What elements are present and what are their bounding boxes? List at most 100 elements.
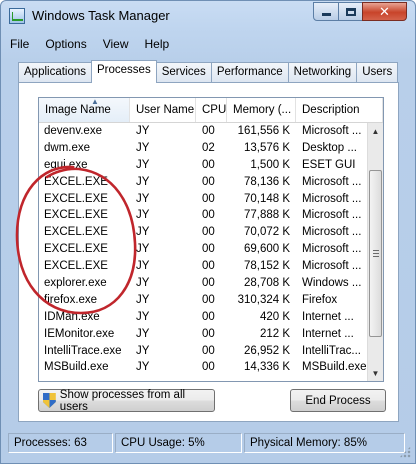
table-row[interactable]: IDMan.exe JY 00 420 K Internet ... (39, 309, 383, 326)
cell-image-name: EXCEL.EXE (44, 192, 108, 205)
table-row[interactable]: EXCEL.EXE JY 00 70,148 K Microsoft ... (39, 191, 383, 208)
column-header-description[interactable]: Description (296, 98, 383, 122)
cell-image-name: IntelliTrace.exe (44, 344, 122, 357)
cell-user-name: JY (136, 310, 150, 323)
scroll-down-arrow-icon[interactable]: ▼ (368, 365, 383, 381)
cell-cpu: 00 (202, 344, 215, 357)
table-row[interactable]: devenv.exe JY 00 161,556 K Microsoft ... (39, 123, 383, 140)
cell-image-name: EXCEL.EXE (44, 226, 108, 239)
cell-image-name: EXCEL.EXE (44, 243, 108, 256)
cell-memory: 70,072 K (243, 226, 290, 239)
show-all-processes-button[interactable]: Show processes from all users (38, 389, 215, 413)
cell-user-name: JY (136, 293, 150, 306)
cell-image-name: firefox.exe (44, 293, 98, 306)
thumb-grip-icon (373, 250, 379, 257)
cell-user-name: JY (136, 175, 150, 188)
cell-cpu: 00 (202, 293, 215, 306)
tab-processes[interactable]: Processes (91, 60, 157, 83)
minimize-button[interactable] (313, 2, 339, 21)
cell-user-name: JY (136, 192, 150, 205)
minimize-icon (321, 13, 331, 16)
cell-user-name: JY (136, 260, 150, 273)
cell-cpu: 00 (202, 361, 215, 374)
menu-help[interactable]: Help (137, 34, 178, 54)
cell-image-name: EXCEL.EXE (44, 260, 108, 273)
cell-image-name: IEMonitor.exe (44, 327, 115, 340)
cell-user-name: JY (136, 141, 150, 154)
cell-cpu: 02 (202, 141, 215, 154)
menu-view[interactable]: View (95, 34, 137, 54)
table-row[interactable]: IEMonitor.exe JY 00 212 K Internet ... (39, 326, 383, 343)
cell-cpu: 00 (202, 327, 215, 340)
scroll-up-arrow-icon[interactable]: ▲ (368, 123, 383, 139)
table-row[interactable]: IntelliTrace.exe JY 00 26,952 K IntelliTrac.… (39, 343, 383, 360)
cell-memory: 26,952 K (243, 344, 290, 357)
column-header-label: Image Name (45, 104, 111, 116)
status-cpu-usage: CPU Usage: 5% (115, 433, 242, 453)
cell-user-name: JY (136, 209, 150, 222)
table-row[interactable]: EXCEL.EXE JY 00 77,888 K Microsoft ... (39, 207, 383, 224)
end-process-button[interactable]: End Process (290, 389, 386, 412)
cell-memory: 420 K (259, 310, 290, 323)
process-rows: devenv.exe JY 00 161,556 K Microsoft ... dwm.… (39, 123, 383, 376)
tab-services[interactable]: Services (155, 62, 212, 82)
cell-user-name: JY (136, 361, 150, 374)
vertical-scrollbar[interactable]: ▲ ▼ (367, 123, 383, 381)
cell-image-name: EXCEL.EXE (44, 209, 108, 222)
process-list[interactable]: ▲ Image Name User Name CPU Memory (... D… (38, 97, 384, 382)
cell-memory: 1,500 K (250, 158, 290, 171)
tab-networking[interactable]: Networking (287, 62, 358, 82)
scrollbar-thumb[interactable] (369, 170, 382, 337)
status-physical-memory: Physical Memory: 85% (244, 433, 405, 453)
cell-cpu: 00 (202, 310, 215, 323)
uac-shield-icon (43, 393, 56, 408)
table-row[interactable]: dwm.exe JY 02 13,576 K Desktop ... (39, 140, 383, 157)
column-header-image-name[interactable]: ▲ Image Name (39, 98, 130, 122)
cell-cpu: 00 (202, 192, 215, 205)
menu-options[interactable]: Options (37, 34, 94, 54)
cell-image-name: IDMan.exe (44, 310, 100, 323)
cell-cpu: 00 (202, 175, 215, 188)
window-title: Windows Task Manager (32, 8, 170, 23)
column-header-cpu[interactable]: CPU (196, 98, 227, 122)
maximize-button[interactable] (338, 2, 363, 21)
sort-ascending-icon: ▲ (91, 98, 99, 106)
title-bar[interactable]: Windows Task Manager ✕ (1, 1, 415, 31)
task-manager-app-icon (9, 8, 25, 24)
tab-performance[interactable]: Performance (210, 62, 289, 82)
column-header-memory[interactable]: Memory (... (227, 98, 296, 122)
tab-strip: Applications Processes Services Performa… (18, 60, 399, 83)
table-row[interactable]: EXCEL.EXE JY 00 78,136 K Microsoft ... (39, 174, 383, 191)
cell-cpu: 00 (202, 243, 215, 256)
table-row[interactable]: explorer.exe JY 00 28,708 K Windows ... (39, 275, 383, 292)
table-row[interactable]: EXCEL.EXE JY 00 70,072 K Microsoft ... (39, 224, 383, 241)
cell-cpu: 00 (202, 158, 215, 171)
menu-file[interactable]: File (1, 34, 37, 54)
table-row[interactable]: firefox.exe JY 00 310,324 K Firefox (39, 292, 383, 309)
status-bar: Processes: 63 CPU Usage: 5% Physical Mem… (1, 433, 415, 455)
cell-image-name: devenv.exe (44, 125, 102, 137)
cell-memory: 77,888 K (243, 209, 290, 222)
task-manager-window: Windows Task Manager ✕ File Options View… (0, 0, 416, 464)
cell-memory: 161,556 K (237, 125, 290, 137)
table-row[interactable]: egui.exe JY 00 1,500 K ESET GUI (39, 157, 383, 174)
tab-users[interactable]: Users (356, 62, 399, 82)
tab-applications[interactable]: Applications (18, 62, 93, 82)
column-header-user-name[interactable]: User Name (130, 98, 196, 122)
cell-memory: 212 K (259, 327, 290, 340)
table-row[interactable]: EXCEL.EXE JY 00 69,600 K Microsoft ... (39, 241, 383, 258)
cell-user-name: JY (136, 344, 150, 357)
cell-image-name: EXCEL.EXE (44, 175, 108, 188)
cell-memory: 69,600 K (243, 243, 290, 256)
cell-user-name: JY (136, 158, 150, 171)
table-row[interactable]: EXCEL.EXE JY 00 78,152 K Microsoft ... (39, 258, 383, 275)
cell-memory: 14,336 K (243, 361, 290, 374)
menu-bar: File Options View Help (1, 34, 415, 54)
close-icon: ✕ (379, 3, 390, 19)
cell-user-name: JY (136, 125, 150, 137)
cell-cpu: 00 (202, 226, 215, 239)
cell-image-name: dwm.exe (44, 141, 91, 154)
close-button[interactable]: ✕ (362, 2, 407, 21)
cell-cpu: 00 (202, 209, 215, 222)
table-row[interactable]: MSBuild.exe JY 00 14,336 K MSBuild.exe (39, 359, 383, 376)
